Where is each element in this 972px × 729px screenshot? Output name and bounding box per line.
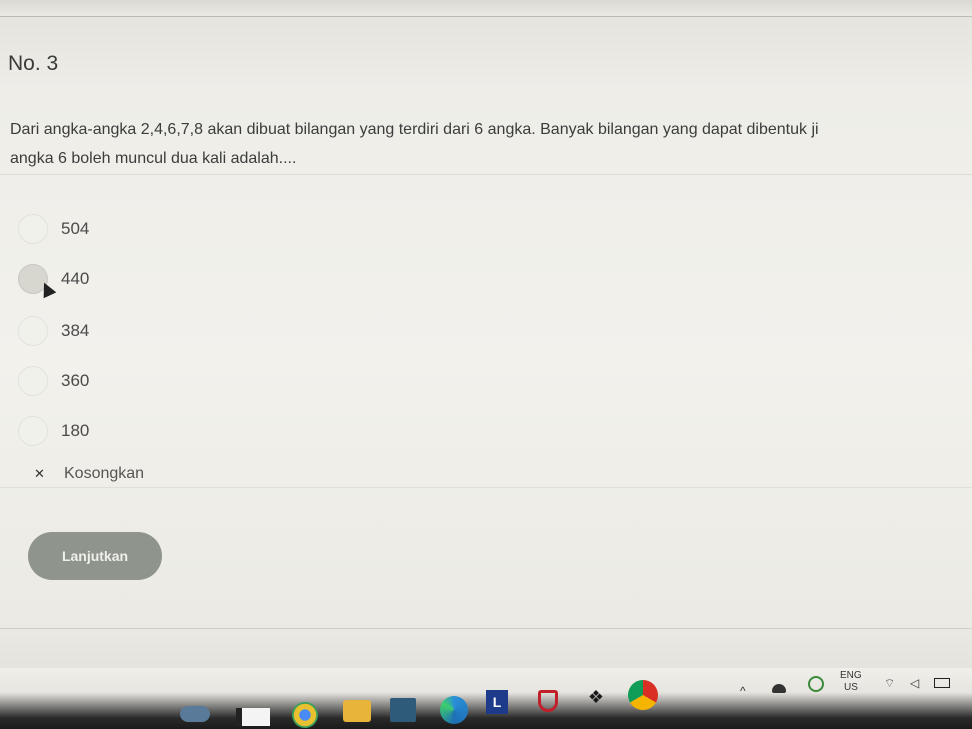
answer-option-3[interactable]: 384 (18, 314, 318, 348)
clear-answer-button[interactable]: ✕ Kosongkan (34, 465, 144, 483)
speaker-icon[interactable]: ◁ (910, 676, 919, 690)
folder-icon[interactable] (343, 700, 371, 722)
region-code: US (844, 682, 858, 693)
dropbox-icon[interactable]: ❖ (584, 686, 608, 708)
question-text-line-1: Dari angka-angka 2,4,6,7,8 akan dibuat b… (10, 121, 819, 138)
wifi-icon[interactable]: ⌔ (884, 676, 895, 691)
photos-icon[interactable] (180, 706, 210, 722)
answer-option-5[interactable]: 180 (18, 414, 318, 448)
option-label: 180 (61, 421, 90, 440)
divider (0, 174, 972, 175)
radio-button[interactable] (18, 416, 48, 446)
question-text-line-2: angka 6 boleh muncul dua kali adalah.... (10, 150, 297, 167)
answer-option-4[interactable]: 360 (18, 364, 318, 398)
option-label: 384 (61, 321, 90, 340)
x-icon: ✕ (34, 466, 45, 481)
browser-top-bar (0, 0, 972, 17)
mcafee-icon[interactable] (538, 690, 558, 712)
battery-icon[interactable] (934, 678, 950, 688)
chevron-up-icon[interactable]: ^ (740, 684, 746, 698)
option-label: 504 (61, 219, 90, 238)
divider (0, 628, 972, 629)
option-label: 440 (61, 269, 90, 288)
radio-button[interactable] (18, 366, 48, 396)
question-number: No. 3 (8, 52, 59, 75)
language-indicator[interactable]: ENG US (840, 670, 862, 694)
answer-option-1[interactable]: 504 (18, 212, 318, 246)
chrome-icon[interactable] (292, 702, 318, 728)
question-text: Dari angka-angka 2,4,6,7,8 akan dibuat b… (10, 115, 965, 173)
radio-button[interactable] (18, 316, 48, 346)
google-drive-icon[interactable] (808, 676, 824, 692)
l-app-icon[interactable]: L (486, 690, 508, 714)
clear-answer-label: Kosongkan (64, 465, 145, 482)
chrome-badge-icon[interactable] (628, 680, 658, 710)
cloud-icon[interactable] (772, 684, 786, 693)
next-button[interactable]: Lanjutkan (28, 532, 162, 580)
taskbar: L ❖ ^ ENG US ⌔ ◁ (0, 668, 972, 729)
store-icon[interactable] (390, 698, 416, 722)
option-label: 360 (61, 371, 90, 390)
language-code: ENG (840, 670, 862, 681)
edge-icon[interactable] (440, 696, 468, 724)
divider (0, 487, 972, 488)
answer-option-2[interactable]: 440 (18, 262, 318, 296)
file-icon[interactable] (236, 708, 270, 726)
radio-button[interactable] (18, 214, 48, 244)
